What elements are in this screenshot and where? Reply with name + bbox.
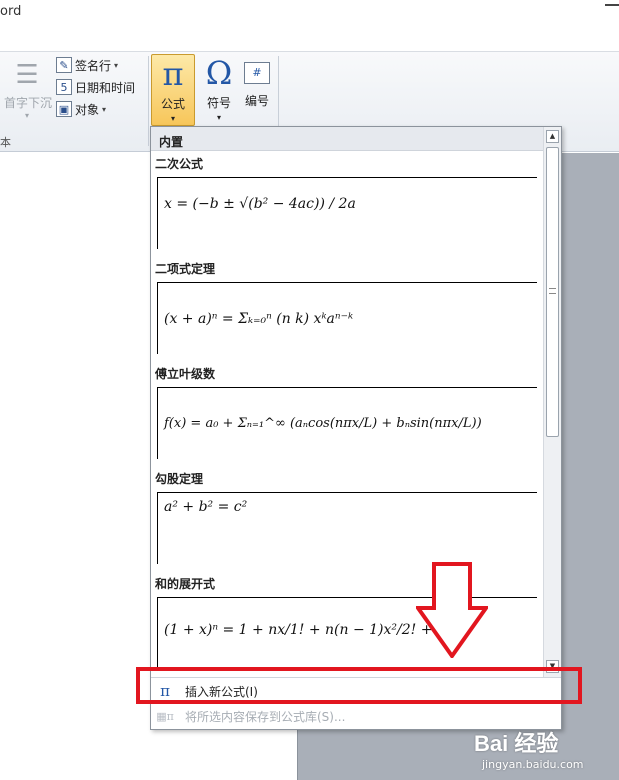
signature-label: 签名行 [75,58,112,73]
save-to-gallery-label: 将所选内容保存到公式库(S)... [185,709,346,724]
eq-formula: (1 + x)ⁿ = 1 + nx/1! + n(n − 1)x²/2! + ⋯ [164,622,451,638]
number-label: 编号 [244,94,269,108]
signature-line-button[interactable]: ✎ 签名行 ▾ [56,54,118,76]
eq-preview: x = (−b ± √(b² − 4ac)) / 2a [157,177,537,249]
eq-formula: f(x) = a₀ + Σₙ₌₁^∞ (aₙcos(nπx/L) + bₙsin… [164,416,482,431]
save-to-gallery-item: ▦π 将所选内容保存到公式库(S)... [151,704,561,728]
gallery-header: 内置 [151,127,543,151]
dropcap-button[interactable]: ☰ 首字下沉 ▾ [4,58,53,120]
down-arrow-annotation [416,562,488,658]
equation-button[interactable]: π 公式 ▾ [151,54,195,126]
number-icon: # [244,62,270,84]
gallery-scrollbar[interactable]: ▲ ▼ [543,127,561,677]
minimize-button[interactable] [605,4,619,8]
eq-preview: (x + a)ⁿ = Σₖ₌₀ⁿ (n k) xᵏaⁿ⁻ᵏ [157,282,537,354]
eq-title: 勾股定理 [155,472,204,486]
pi-icon: π [162,55,184,93]
chevron-down-icon: ▾ [114,60,119,70]
scroll-up-button[interactable]: ▲ [546,130,559,143]
window-title: ord [0,4,22,19]
dropcap-label: 首字下沉 [4,96,53,110]
text-group-label: 本 [0,136,11,149]
chevron-down-icon: ▾ [170,114,175,123]
watermark-brand: Bai 经验 [474,731,559,756]
group-divider [148,56,149,146]
eq-formula: x = (−b ± √(b² − 4ac)) / 2a [164,196,356,212]
gallery-item-fourier[interactable]: 傅立叶级数 f(x) = a₀ + Σₙ₌₁^∞ (aₙcos(nπx/L) +… [151,365,543,469]
object-label: 对象 [75,102,100,117]
eq-title: 和的展开式 [155,577,216,591]
gallery-item-quadratic[interactable]: 二次公式 x = (−b ± √(b² − 4ac)) / 2a [151,155,543,259]
gallery-item-pythagorean[interactable]: 勾股定理 a² + b² = c² [151,470,543,574]
save-selection-icon: ▦π [156,709,174,723]
title-bar: ord [0,0,619,52]
eq-formula: (x + a)ⁿ = Σₖ₌₀ⁿ (n k) xᵏaⁿ⁻ᵏ [164,311,354,327]
datetime-label: 日期和时间 [75,80,136,95]
eq-title: 二项式定理 [155,262,216,276]
eq-title: 傅立叶级数 [155,367,216,381]
dropcap-icon: ☰ [15,60,39,90]
baidu-watermark: Bai 经验 jingyan.baidu.com [474,726,584,771]
scroll-thumb[interactable] [546,147,559,437]
eq-preview: a² + b² = c² [157,492,537,564]
signature-icon: ✎ [56,57,72,73]
object-icon: ▣ [56,101,72,117]
watermark-site: jingyan.baidu.com [482,758,584,771]
eq-preview: f(x) = a₀ + Σₙ₌₁^∞ (aₙcos(nπx/L) + bₙsin… [157,387,537,459]
gallery-item-binomial[interactable]: 二项式定理 (x + a)ⁿ = Σₖ₌₀ⁿ (n k) xᵏaⁿ⁻ᵏ [151,260,543,364]
object-button[interactable]: ▣ 对象 ▾ [56,98,106,120]
eq-title: 二次公式 [155,157,204,171]
datetime-button[interactable]: 5 日期和时间 [56,76,135,98]
eq-formula: a² + b² = c² [164,499,248,515]
number-button[interactable]: # 编号 [235,54,279,126]
highlight-box [136,667,582,704]
equation-label: 公式 [160,97,185,111]
chevron-down-icon: ▾ [24,111,29,120]
calendar-icon: 5 [56,79,72,95]
equation-gallery: 内置 二次公式 x = (−b ± √(b² − 4ac)) / 2a 二项式定… [150,126,562,730]
grip-icon [549,288,556,294]
chevron-down-icon: ▾ [102,104,107,114]
